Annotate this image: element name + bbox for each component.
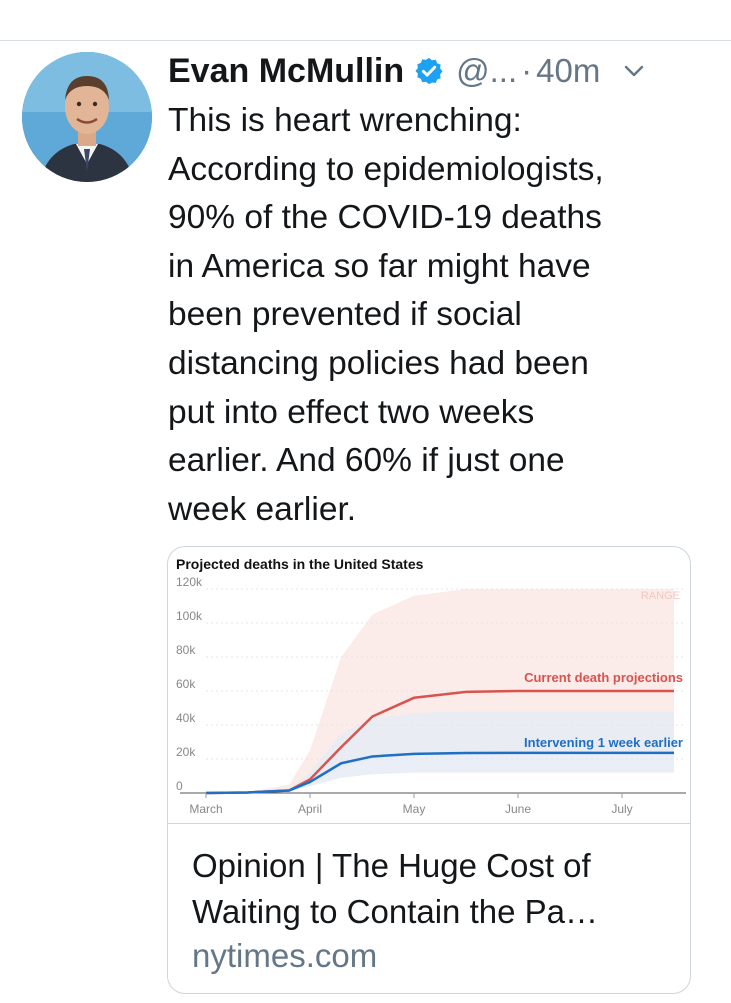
chevron-down-icon[interactable] xyxy=(622,59,646,83)
chart-image: Projected deaths in the United States RA… xyxy=(176,556,686,816)
x-tick-label: April xyxy=(298,802,322,816)
y-tick-label: 60k xyxy=(176,677,196,691)
author-name[interactable]: Evan McMullin xyxy=(168,52,404,91)
card-title[interactable]: Opinion | The Huge Cost of Waiting to Co… xyxy=(192,843,672,935)
x-tick-label: May xyxy=(403,802,426,816)
tweet-header: Evan McMullin @... · 40m xyxy=(168,48,708,94)
link-card[interactable]: Projected deaths in the United States RA… xyxy=(167,546,691,994)
x-tick-label: March xyxy=(189,802,222,816)
series-label-intervening: Intervening 1 week earlier xyxy=(524,735,683,750)
author-avatar[interactable] xyxy=(22,52,152,182)
y-tick-label: 0 xyxy=(176,779,183,793)
header-separator: · xyxy=(521,52,533,89)
verified-badge-icon xyxy=(415,57,443,85)
tweet-body: This is heart wrenching: According to ep… xyxy=(168,102,604,528)
chart-title: Projected deaths in the United States xyxy=(176,556,424,572)
x-tick-label: June xyxy=(505,802,531,816)
card-divider xyxy=(168,823,690,824)
y-tick-label: 120k xyxy=(176,575,203,589)
x-tick-label: July xyxy=(611,802,632,816)
y-tick-label: 20k xyxy=(176,745,196,759)
y-tick-label: 40k xyxy=(176,711,196,725)
tweet-timestamp[interactable]: 40m xyxy=(536,52,600,90)
range-label: RANGE xyxy=(641,590,680,602)
avatar-photo xyxy=(22,52,152,182)
author-handle[interactable]: @... xyxy=(456,52,517,90)
y-tick-label: 100k xyxy=(176,609,203,623)
series-label-current: Current death projections xyxy=(524,670,683,685)
top-divider xyxy=(0,40,731,41)
y-tick-label: 80k xyxy=(176,643,196,657)
card-domain[interactable]: nytimes.com xyxy=(192,937,377,975)
